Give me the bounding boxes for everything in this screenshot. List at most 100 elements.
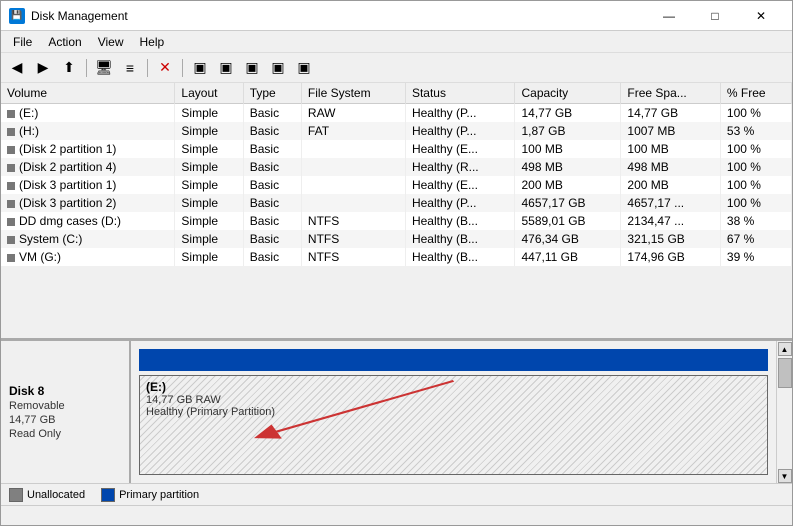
table-cell-5-1: Simple	[175, 194, 243, 212]
table-row[interactable]: VM (G:)SimpleBasicNTFSHealthy (B...447,1…	[1, 248, 792, 266]
back-button[interactable]: ◀	[5, 57, 29, 79]
table-cell-8-1: Simple	[175, 248, 243, 266]
table-cell-2-6: 100 MB	[621, 140, 720, 158]
table-cell-6-4: Healthy (B...	[405, 212, 515, 230]
table-cell-5-0: (Disk 3 partition 2)	[1, 194, 175, 212]
table-cell-5-3	[301, 194, 405, 212]
partition-block[interactable]: (E:) 14,77 GB RAW Healthy (Primary Parti…	[139, 375, 768, 475]
forward-button[interactable]: ▶	[31, 57, 55, 79]
table-cell-6-3: NTFS	[301, 212, 405, 230]
col-type[interactable]: Type	[243, 83, 301, 104]
table-cell-1-0: (H:)	[1, 122, 175, 140]
properties-button[interactable]: 🖥	[92, 57, 116, 79]
table-row[interactable]: (E:)SimpleBasicRAWHealthy (P...14,77 GB1…	[1, 104, 792, 123]
tool4-button[interactable]: ▣	[266, 57, 290, 79]
table-cell-4-1: Simple	[175, 176, 243, 194]
delete-button[interactable]: ✕	[153, 57, 177, 79]
table-cell-2-5: 100 MB	[515, 140, 621, 158]
table-cell-0-7: 100 %	[720, 104, 791, 123]
disk-visual-area: (E:) 14,77 GB RAW Healthy (Primary Parti…	[131, 341, 776, 483]
table-cell-2-1: Simple	[175, 140, 243, 158]
tool2-button[interactable]: ▣	[214, 57, 238, 79]
col-filesystem[interactable]: File System	[301, 83, 405, 104]
table-row[interactable]: (Disk 2 partition 4)SimpleBasicHealthy (…	[1, 158, 792, 176]
table-cell-4-2: Basic	[243, 176, 301, 194]
table-cell-5-2: Basic	[243, 194, 301, 212]
close-button[interactable]: ✕	[738, 1, 784, 31]
table-cell-1-7: 53 %	[720, 122, 791, 140]
unallocated-swatch	[9, 488, 23, 502]
scroll-up-arrow[interactable]: ▲	[778, 342, 792, 356]
table-cell-4-6: 200 MB	[621, 176, 720, 194]
table-cell-6-7: 38 %	[720, 212, 791, 230]
table-cell-4-3	[301, 176, 405, 194]
table-cell-4-0: (Disk 3 partition 1)	[1, 176, 175, 194]
table-cell-4-7: 100 %	[720, 176, 791, 194]
table-cell-8-3: NTFS	[301, 248, 405, 266]
table-cell-4-4: Healthy (E...	[405, 176, 515, 194]
disk-table: Volume Layout Type File System Status Ca…	[1, 83, 792, 266]
menu-view[interactable]: View	[90, 33, 132, 51]
tool5-button[interactable]: ▣	[292, 57, 316, 79]
table-cell-3-7: 100 %	[720, 158, 791, 176]
table-cell-3-2: Basic	[243, 158, 301, 176]
menu-help[interactable]: Help	[132, 33, 173, 51]
table-cell-7-1: Simple	[175, 230, 243, 248]
table-cell-5-6: 4657,17 ...	[621, 194, 720, 212]
table-cell-3-5: 498 MB	[515, 158, 621, 176]
col-capacity[interactable]: Capacity	[515, 83, 621, 104]
table-cell-1-5: 1,87 GB	[515, 122, 621, 140]
table-cell-3-6: 498 MB	[621, 158, 720, 176]
table-cell-6-2: Basic	[243, 212, 301, 230]
scrollbar-thumb[interactable]	[778, 358, 792, 388]
table-row[interactable]: DD dmg cases (D:)SimpleBasicNTFSHealthy …	[1, 212, 792, 230]
menu-file[interactable]: File	[5, 33, 40, 51]
table-cell-5-5: 4657,17 GB	[515, 194, 621, 212]
maximize-button[interactable]: □	[692, 1, 738, 31]
table-cell-0-5: 14,77 GB	[515, 104, 621, 123]
partition-bar-container	[139, 349, 768, 371]
col-pctfree[interactable]: % Free	[720, 83, 791, 104]
table-cell-0-4: Healthy (P...	[405, 104, 515, 123]
status-text	[5, 510, 8, 522]
main-window: 💾 Disk Management — □ ✕ File Action View…	[0, 0, 793, 526]
tool1-button[interactable]: ▣	[188, 57, 212, 79]
table-cell-6-6: 2134,47 ...	[621, 212, 720, 230]
title-bar: 💾 Disk Management — □ ✕	[1, 1, 792, 31]
table-cell-8-6: 174,96 GB	[621, 248, 720, 266]
disk-info-panel: Disk 8 Removable 14,77 GB Read Only	[1, 341, 131, 483]
table-cell-3-1: Simple	[175, 158, 243, 176]
disk-area-content: Disk 8 Removable 14,77 GB Read Only (E:)…	[1, 341, 792, 483]
col-freespace[interactable]: Free Spa...	[621, 83, 720, 104]
scroll-down-arrow[interactable]: ▼	[778, 469, 792, 483]
disk-name: Disk 8	[9, 384, 121, 398]
table-cell-0-1: Simple	[175, 104, 243, 123]
col-status[interactable]: Status	[405, 83, 515, 104]
unallocated-label: Unallocated	[27, 489, 85, 501]
table-row[interactable]: (Disk 3 partition 1)SimpleBasic Healthy (…	[1, 176, 792, 194]
table-cell-0-6: 14,77 GB	[621, 104, 720, 123]
vertical-scrollbar[interactable]: ▲ ▼	[776, 341, 792, 483]
list-button[interactable]: ≡	[118, 57, 142, 79]
table-cell-0-2: Basic	[243, 104, 301, 123]
table-cell-6-0: DD dmg cases (D:)	[1, 212, 175, 230]
table-cell-2-2: Basic	[243, 140, 301, 158]
table-row[interactable]: (Disk 3 partition 2)SimpleBasicHealthy (…	[1, 194, 792, 212]
col-layout[interactable]: Layout	[175, 83, 243, 104]
table-cell-2-0: (Disk 2 partition 1)	[1, 140, 175, 158]
toolbar-separator-1	[86, 59, 87, 77]
table-cell-3-0: (Disk 2 partition 4)	[1, 158, 175, 176]
table-cell-2-3	[301, 140, 405, 158]
up-button[interactable]: ⬆	[57, 57, 81, 79]
table-cell-1-2: Basic	[243, 122, 301, 140]
minimize-button[interactable]: —	[646, 1, 692, 31]
table-row[interactable]: (Disk 2 partition 1)SimpleBasicHealthy (…	[1, 140, 792, 158]
tool3-button[interactable]: ▣	[240, 57, 264, 79]
table-area[interactable]: Volume Layout Type File System Status Ca…	[1, 83, 792, 340]
table-row[interactable]: (H:)SimpleBasicFATHealthy (P...1,87 GB10…	[1, 122, 792, 140]
table-row[interactable]: System (C:)SimpleBasicNTFSHealthy (B...4…	[1, 230, 792, 248]
toolbar-separator-3	[182, 59, 183, 77]
table-cell-1-4: Healthy (P...	[405, 122, 515, 140]
col-volume[interactable]: Volume	[1, 83, 175, 104]
menu-action[interactable]: Action	[40, 33, 89, 51]
